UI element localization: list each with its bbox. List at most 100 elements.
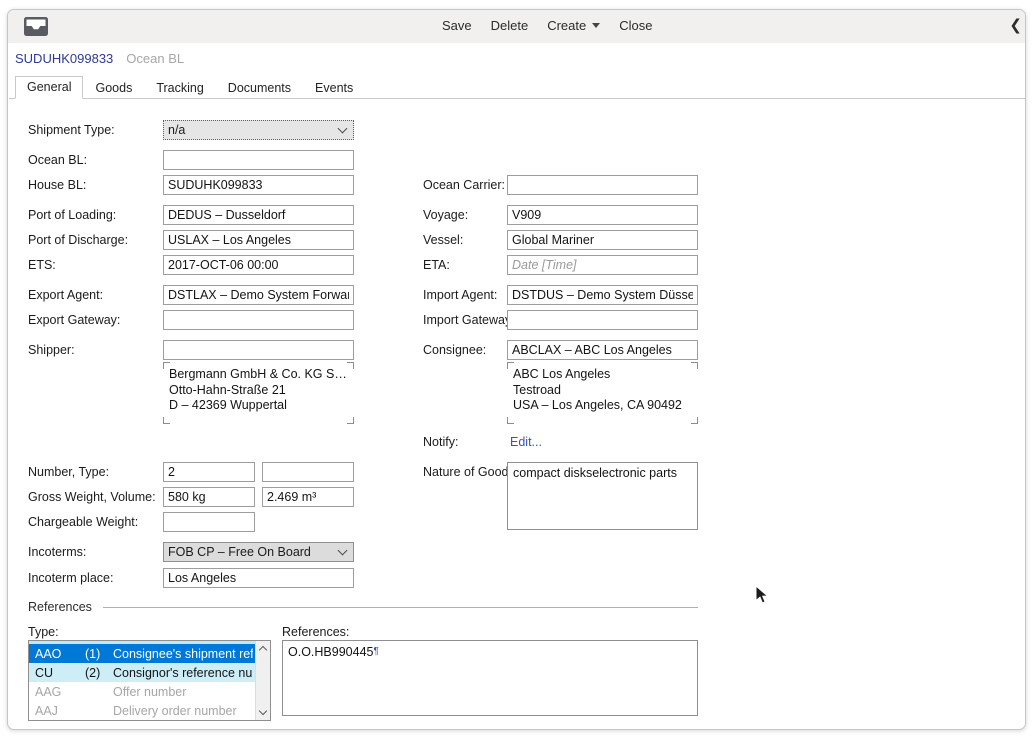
import-gateway-label: Import Gateway: (423, 313, 515, 327)
ocean-carrier-label: Ocean Carrier: (423, 178, 505, 192)
tab-general[interactable]: General (15, 76, 83, 99)
create-button-label: Create (547, 18, 586, 33)
row-number: (1) (85, 647, 113, 661)
shipper-address-line: D – 42369 Wuppertal (169, 398, 350, 414)
nature-of-goods-textarea[interactable]: compact diskselectronic parts (507, 462, 698, 530)
ets-input[interactable] (163, 255, 354, 275)
ocean-bl-input[interactable] (163, 150, 354, 170)
ets-label: ETS: (28, 258, 56, 272)
export-gateway-input[interactable] (163, 310, 354, 330)
nature-of-goods-value: compact diskselectronic parts (513, 466, 677, 480)
scroll-up-icon[interactable] (259, 646, 267, 654)
row-description: Offer number (113, 685, 253, 699)
import-agent-input[interactable] (507, 285, 698, 305)
tab-events[interactable]: Events (303, 77, 365, 98)
toolbar: Save Delete Create Close ❮ (8, 10, 1025, 43)
shipper-address-box: Bergmann GmbH & Co. KG Spediti... Otto-H… (163, 362, 354, 424)
shipment-type-value: n/a (168, 123, 335, 137)
number-type-label: Number, Type: (28, 465, 109, 479)
references-list-label: References: (282, 625, 349, 639)
shipper-address: Bergmann GmbH & Co. KG Spediti... Otto-H… (169, 367, 350, 414)
reference-type-row-cu[interactable]: CU (2) Consignor's reference nu... (29, 663, 255, 682)
chargeable-weight-input[interactable] (163, 512, 255, 532)
export-gateway-label: Export Gateway: (28, 313, 120, 327)
eta-label: ETA: (423, 258, 450, 272)
chevron-down-icon (592, 23, 600, 28)
incoterm-place-label: Incoterm place: (28, 571, 113, 585)
notify-edit-link[interactable]: Edit... (510, 435, 542, 449)
row-description: Consignor's reference nu... (113, 666, 253, 680)
delete-button[interactable]: Delete (491, 18, 529, 33)
collapse-chevron-icon[interactable]: ❮ (1009, 16, 1022, 34)
reference-type-listbox[interactable]: AAO (1) Consignee's shipment ref... CU (… (28, 640, 271, 721)
export-agent-input[interactable] (163, 285, 354, 305)
incoterms-combo[interactable]: FOB CP – Free On Board (163, 542, 354, 562)
row-number: (2) (85, 666, 113, 680)
reference-type-row-aao[interactable]: AAO (1) Consignee's shipment ref... (29, 644, 255, 663)
close-button[interactable]: Close (619, 18, 652, 33)
import-agent-label: Import Agent: (423, 288, 497, 302)
port-of-discharge-input[interactable] (163, 230, 354, 250)
references-textarea[interactable]: O.O.HB990445¶ (282, 640, 698, 716)
reference-type-row-aag[interactable]: AAG Offer number (29, 682, 255, 701)
ocean-carrier-input[interactable] (507, 175, 698, 195)
references-section-title: References (28, 600, 92, 614)
row-code: AAJ (35, 704, 85, 718)
reference-type-rows: AAO (1) Consignee's shipment ref... CU (… (29, 641, 255, 720)
reference-type-row-aaj[interactable]: AAJ Delivery order number (29, 701, 255, 720)
shipment-type-label: Shipment Type: (28, 123, 115, 137)
consignee-label: Consignee: (423, 343, 486, 357)
port-of-loading-label: Port of Loading: (28, 208, 116, 222)
consignee-address-line: Testroad (513, 383, 694, 399)
tab-strip: General Goods Tracking Documents Events (9, 77, 1025, 99)
incoterms-value: FOB CP – Free On Board (168, 545, 335, 559)
record-id: SUDUHK099833 (15, 51, 113, 66)
voyage-label: Voyage: (423, 208, 468, 222)
port-of-discharge-label: Port of Discharge: (28, 233, 128, 247)
house-bl-input[interactable] (163, 175, 354, 195)
nature-of-goods-label: Nature of Goods: (423, 465, 518, 479)
shipment-type-combo[interactable]: n/a (163, 120, 354, 140)
row-code: AAO (35, 647, 85, 661)
number-input[interactable] (163, 462, 255, 482)
type-input[interactable] (262, 462, 354, 482)
record-type-label: Ocean BL (126, 51, 184, 66)
consignee-address-box: ABC Los Angeles Testroad USA – Los Angel… (507, 362, 698, 424)
shipper-address-line: Otto-Hahn-Straße 21 (169, 383, 350, 399)
shipper-label: Shipper: (28, 343, 75, 357)
shipper-input[interactable] (163, 340, 354, 360)
incoterms-label: Incoterms: (28, 545, 86, 559)
port-of-loading-input[interactable] (163, 205, 354, 225)
consignee-input[interactable] (507, 340, 698, 360)
vessel-input[interactable] (507, 230, 698, 250)
tab-documents[interactable]: Documents (216, 77, 303, 98)
eta-input[interactable] (507, 255, 698, 275)
tab-goods[interactable]: Goods (83, 77, 144, 98)
shipper-address-line: Bergmann GmbH & Co. KG Spediti... (169, 367, 350, 383)
create-button[interactable]: Create (547, 18, 600, 33)
import-gateway-input[interactable] (507, 310, 698, 330)
save-button[interactable]: Save (442, 18, 472, 33)
record-header: SUDUHK099833 Ocean BL (15, 51, 184, 66)
ocean-bl-label: Ocean BL: (28, 153, 87, 167)
toolbar-buttons: Save Delete Create Close (442, 18, 653, 33)
scroll-down-icon[interactable] (259, 707, 267, 715)
incoterm-place-input[interactable] (163, 568, 354, 588)
app-screen: Save Delete Create Close ❮ SUDUHK099833 … (0, 0, 1032, 740)
voyage-input[interactable] (507, 205, 698, 225)
volume-input[interactable] (262, 487, 354, 507)
inbox-icon (23, 16, 49, 37)
reference-type-label: Type: (28, 625, 59, 639)
export-agent-label: Export Agent: (28, 288, 103, 302)
references-divider (103, 607, 698, 608)
row-code: AAG (35, 685, 85, 699)
tab-tracking[interactable]: Tracking (144, 77, 215, 98)
references-value: O.O.HB990445 (288, 645, 373, 659)
listbox-scrollbar[interactable] (255, 641, 270, 720)
row-code: CU (35, 666, 85, 680)
notify-label: Notify: (423, 435, 458, 449)
consignee-address-line: ABC Los Angeles (513, 367, 694, 383)
consignee-address-line: USA – Los Angeles, CA 90492 (513, 398, 694, 414)
row-description: Consignee's shipment ref... (113, 647, 253, 661)
gross-weight-input[interactable] (163, 487, 255, 507)
